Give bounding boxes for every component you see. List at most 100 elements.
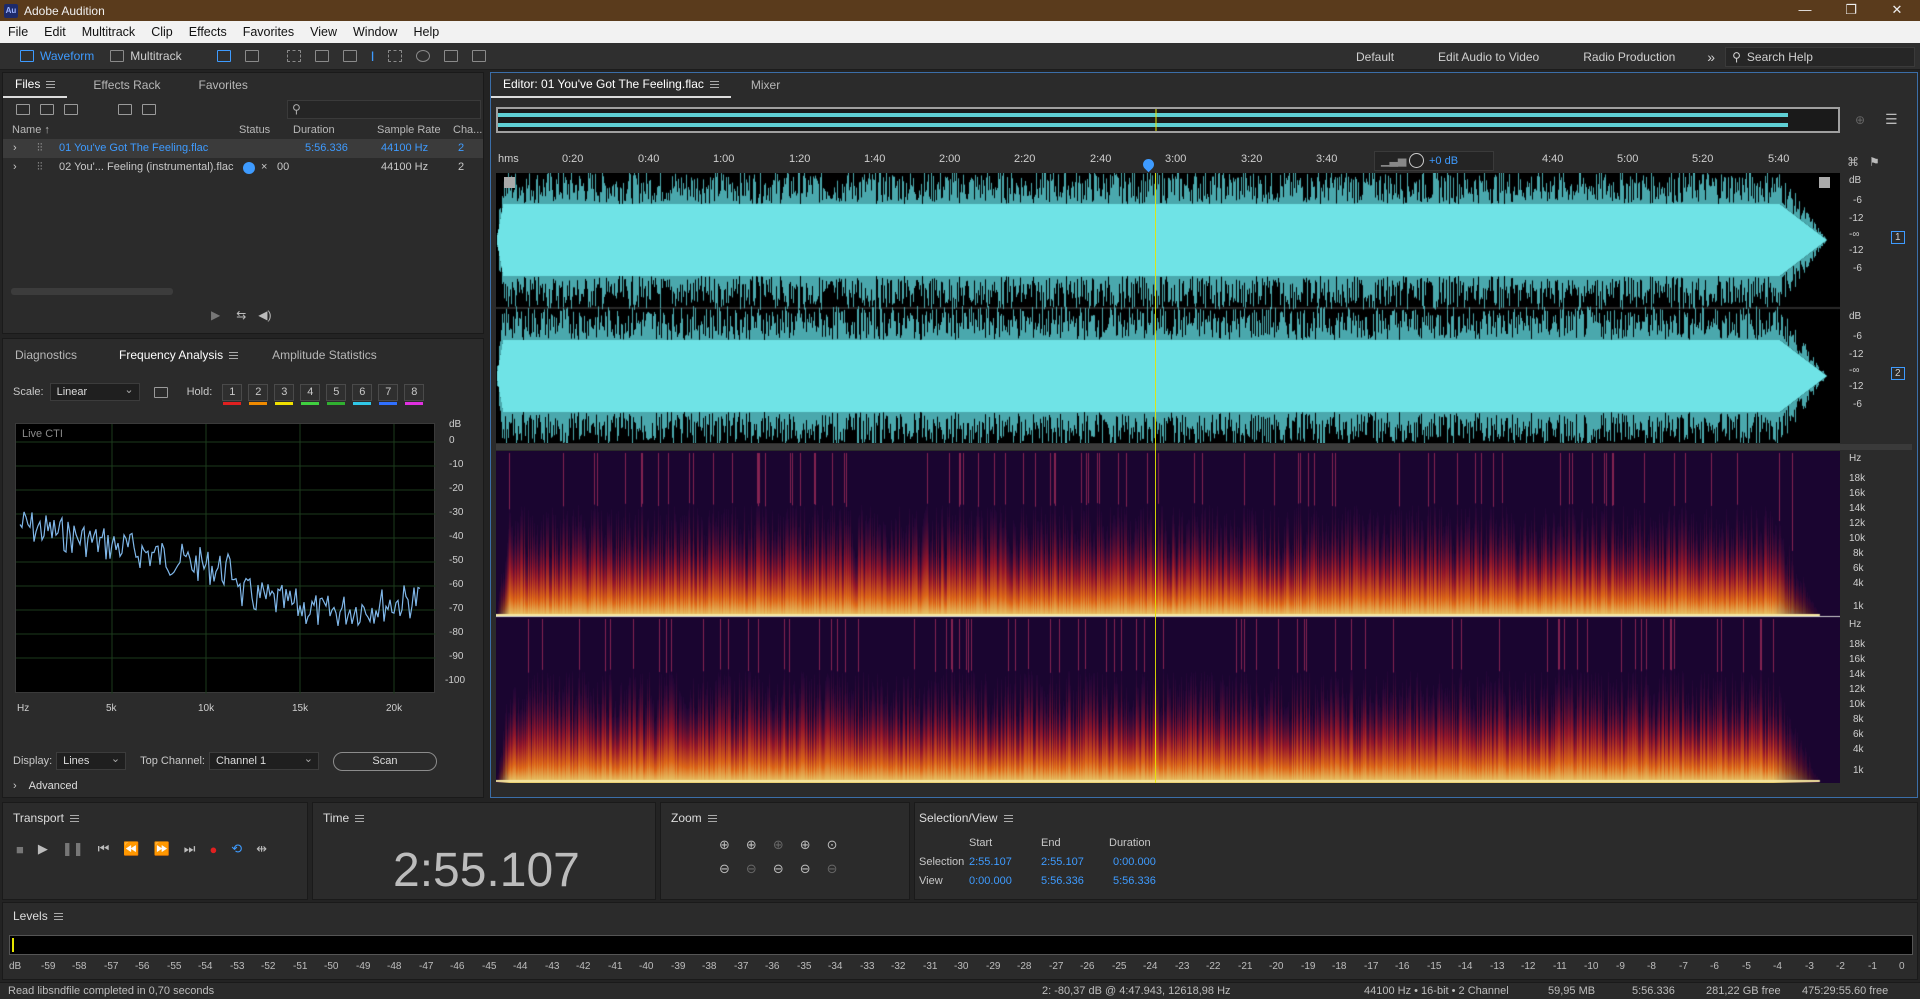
view-start[interactable]: 0:00.000 [969, 875, 1012, 887]
column-status[interactable]: Status [239, 124, 270, 136]
zoom-in-time-icon[interactable]: ⊕ [746, 837, 757, 853]
loop-icon[interactable]: ⟲ [231, 841, 242, 857]
snap-icon[interactable]: ⌘ [1847, 155, 1859, 169]
play-preview-icon[interactable]: ▶ [211, 308, 220, 322]
tab-editor[interactable]: Editor: 01 You've Got The Feeling.flac [491, 72, 731, 98]
column-channels[interactable]: Cha... [453, 124, 482, 136]
hold-button-4[interactable]: 4 [300, 383, 321, 405]
skip-icon[interactable]: ⇹ [256, 841, 267, 857]
waveform-display[interactable] [496, 173, 1840, 443]
top-channel-dropdown[interactable]: Channel 1 [208, 751, 319, 770]
slip-tool-icon[interactable] [342, 50, 357, 62]
tab-files[interactable]: Files [3, 72, 68, 98]
zoom-out-full-icon[interactable]: ⊖ [773, 861, 784, 877]
go-to-start-icon[interactable]: ⏮ [98, 841, 110, 857]
record-icon[interactable]: ● [209, 842, 217, 857]
zoom-in-left-icon[interactable]: ⊕ [800, 837, 811, 853]
table-row[interactable]: › ⫶⫶ 02 You'... Feeling (instrumental).f… [3, 158, 483, 177]
time-display[interactable]: 2:55.107 [393, 843, 580, 898]
menu-clip[interactable]: Clip [143, 21, 181, 43]
menu-help[interactable]: Help [405, 21, 447, 43]
hud-toggle-icon[interactable] [1819, 177, 1830, 188]
channel-toggle-icon[interactable] [504, 177, 515, 188]
column-sample-rate[interactable]: Sample Rate [377, 124, 441, 136]
hold-button-6[interactable]: 6 [352, 383, 373, 405]
marker-icon[interactable]: ⚑ [1869, 155, 1880, 169]
menu-view[interactable]: View [302, 21, 345, 43]
hold-button-1[interactable]: 1 [222, 383, 243, 405]
expand-chevron-icon[interactable]: › [13, 139, 17, 158]
brush-tool-icon[interactable] [444, 50, 459, 62]
stop-icon[interactable]: ■ [16, 842, 24, 857]
time-selection-tool-icon[interactable]: I [371, 48, 375, 64]
zoom-to-selection-icon[interactable]: ⊕ [1855, 113, 1865, 127]
view-end[interactable]: 5:56.336 [1041, 875, 1084, 887]
spot-healing-tool-icon[interactable] [472, 50, 487, 62]
panel-menu-icon[interactable] [707, 815, 717, 823]
loop-preview-icon[interactable]: ⇆ [236, 308, 246, 322]
table-row[interactable]: › ⫶⫶ 01 You've Got The Feeling.flac 5:56… [3, 139, 483, 158]
overview-waveform[interactable] [496, 107, 1840, 133]
new-file-icon[interactable] [64, 103, 78, 115]
menu-edit[interactable]: Edit [36, 21, 74, 43]
search-help-input[interactable]: ⚲ Search Help [1725, 46, 1916, 67]
expand-chevron-icon[interactable]: › [13, 158, 17, 177]
panel-menu-icon[interactable] [229, 352, 239, 360]
advanced-toggle[interactable]: › Advanced [13, 777, 78, 795]
selection-duration[interactable]: 0:00.000 [1113, 856, 1156, 868]
playhead-line[interactable] [1155, 173, 1156, 783]
copy-icon[interactable] [153, 386, 168, 398]
minimize-button[interactable]: — [1782, 0, 1828, 21]
hold-button-8[interactable]: 8 [404, 383, 425, 405]
zoom-reset-icon[interactable]: ⊙ [827, 837, 838, 853]
tab-mixer[interactable]: Mixer [739, 73, 792, 97]
panel-menu-icon[interactable] [1003, 815, 1013, 823]
zoom-out-time-icon[interactable]: ⊖ [746, 861, 757, 877]
view-duration[interactable]: 5:56.336 [1113, 875, 1156, 887]
panel-menu-icon[interactable] [69, 815, 79, 823]
move-tool-icon[interactable] [286, 50, 301, 62]
selection-end[interactable]: 2:55.107 [1041, 856, 1084, 868]
column-name[interactable]: Name ↑ [12, 124, 50, 136]
menu-favorites[interactable]: Favorites [235, 21, 302, 43]
go-to-end-icon[interactable]: ⏭ [184, 841, 196, 857]
tab-amplitude-statistics[interactable]: Amplitude Statistics [260, 343, 389, 367]
tab-effects-rack[interactable]: Effects Rack [81, 73, 172, 97]
zoom-out-amplitude-icon[interactable]: ⊖ [719, 861, 730, 877]
pause-icon[interactable]: ❚❚ [62, 841, 84, 857]
editor-menu-icon[interactable]: ☰ [1885, 111, 1898, 128]
insert-into-multitrack-icon[interactable] [118, 103, 132, 115]
menu-effects[interactable]: Effects [181, 21, 235, 43]
panel-menu-icon[interactable] [46, 81, 56, 89]
time-ruler[interactable]: hms 0:20 0:40 1:00 1:20 1:40 2:00 2:20 2… [496, 151, 1840, 173]
zoom-in-selection-icon[interactable]: ⊕ [773, 837, 784, 853]
zoom-in-amplitude-icon[interactable]: ⊕ [719, 837, 730, 853]
spectral-display[interactable] [496, 451, 1840, 783]
panel-menu-icon[interactable] [53, 913, 63, 921]
rewind-icon[interactable]: ⏪ [123, 841, 139, 857]
close-button[interactable]: ✕ [1874, 0, 1920, 21]
open-file-icon[interactable] [16, 103, 30, 115]
fast-forward-icon[interactable]: ⏩ [154, 841, 170, 857]
autoplay-icon[interactable]: ◀) [258, 308, 271, 322]
gain-control[interactable]: ▁▃▅ +0 dB [1374, 151, 1494, 171]
multitrack-view-button[interactable]: Multitrack [102, 46, 189, 66]
channel-2-badge[interactable]: 2 [1891, 367, 1905, 380]
hold-button-3[interactable]: 3 [274, 383, 295, 405]
playhead-marker-icon[interactable] [1140, 156, 1157, 173]
workspace-radio-production[interactable]: Radio Production [1561, 50, 1697, 64]
files-search-input[interactable]: ⚲ [287, 100, 481, 119]
menu-multitrack[interactable]: Multitrack [74, 21, 143, 43]
spectral-display-icon[interactable] [216, 50, 231, 62]
lasso-tool-icon[interactable] [416, 50, 431, 62]
more-workspaces-icon[interactable]: » [1697, 49, 1725, 65]
column-duration[interactable]: Duration [293, 124, 335, 136]
marquee-tool-icon[interactable] [388, 50, 403, 62]
razor-tool-icon[interactable] [314, 50, 329, 62]
hold-button-5[interactable]: 5 [326, 383, 347, 405]
scan-button[interactable]: Scan [332, 751, 437, 771]
menu-file[interactable]: File [0, 21, 36, 43]
scale-dropdown[interactable]: Linear [49, 382, 140, 401]
zoom-fit-icon[interactable]: ⊖ [827, 861, 838, 877]
selection-start[interactable]: 2:55.107 [969, 856, 1012, 868]
